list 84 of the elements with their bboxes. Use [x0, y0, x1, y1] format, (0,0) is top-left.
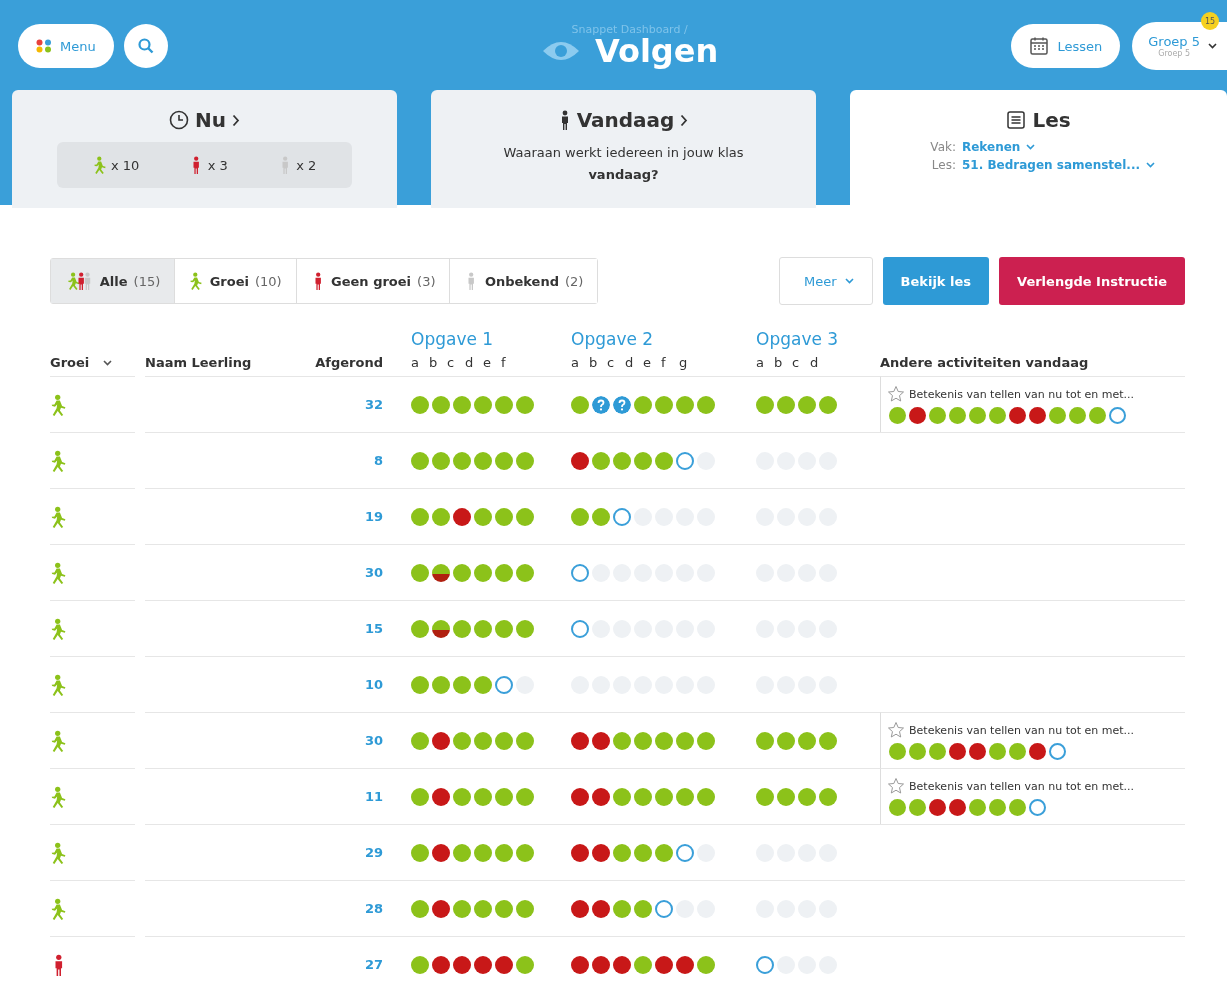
column-header: Naam Leerling — [145, 355, 253, 370]
field-dropdown[interactable]: 51. Bedragen samenstel... — [962, 158, 1155, 172]
part-label: b — [429, 355, 439, 370]
more-dropdown[interactable]: Meer — [779, 257, 873, 305]
part-label: b — [774, 355, 784, 370]
menu-icon — [36, 39, 52, 53]
exercise-title[interactable]: Opgave 1 — [411, 329, 565, 349]
count-label: x 10 — [111, 157, 140, 173]
filter-tab[interactable]: Alle (15) — [51, 259, 176, 303]
completed-count[interactable]: 30 — [364, 733, 383, 748]
count-label: x 2 — [296, 157, 317, 173]
field-dropdown[interactable]: Rekenen — [962, 140, 1036, 154]
part-label: c — [447, 355, 456, 370]
chevron-right-icon — [680, 113, 689, 127]
walking-person-icon — [92, 156, 107, 174]
part-label: a — [411, 355, 420, 370]
card-title: Nu — [195, 108, 226, 132]
part-label: c — [792, 355, 801, 370]
clock-icon — [169, 110, 189, 130]
part-label: d — [465, 355, 475, 370]
chevron-down-icon — [1146, 162, 1155, 168]
menu-button[interactable]: Menu — [18, 24, 114, 68]
star-icon[interactable] — [887, 777, 905, 795]
walking-person-icon — [50, 561, 68, 584]
completed-count[interactable]: 27 — [364, 957, 383, 972]
column-header: Afgerond — [315, 355, 383, 370]
completed-count[interactable]: 29 — [364, 845, 383, 860]
summary-card[interactable]: Nu x 10 x 3 x 2 — [12, 90, 397, 208]
walking-person-icon — [50, 393, 68, 416]
part-label: b — [589, 355, 599, 370]
chevron-down-icon — [844, 278, 854, 284]
card-title: Vandaag — [576, 108, 675, 132]
completed-count[interactable]: 15 — [364, 621, 383, 636]
part-label: f — [661, 355, 667, 370]
field-label: Les: — [930, 158, 956, 172]
walking-person-icon — [50, 785, 68, 808]
completed-count[interactable]: 28 — [364, 901, 383, 916]
activity-title[interactable]: Betekenis van tellen van nu tot en met... — [909, 723, 1135, 737]
part-label: f — [501, 355, 507, 370]
star-icon[interactable] — [887, 721, 905, 739]
exercise-title[interactable]: Opgave 2 — [571, 329, 750, 349]
completed-count[interactable]: 11 — [364, 789, 383, 804]
completed-count[interactable]: 8 — [373, 453, 383, 468]
walking-person-icon — [50, 617, 68, 640]
summary-card[interactable]: Vandaag Waaraan werkt iedereen in jouw klas vandaag? — [431, 90, 816, 208]
part-label: g — [679, 355, 689, 370]
view-lesson-button[interactable]: Bekijk les — [882, 257, 990, 305]
walking-person-icon — [189, 272, 204, 290]
walking-person-icon — [50, 841, 68, 864]
sort-dropdown[interactable]: Groei — [50, 355, 145, 370]
part-label: e — [483, 355, 492, 370]
column-header: Andere activiteiten vandaag — [880, 355, 1090, 370]
chevron-down-icon — [1208, 43, 1217, 49]
list-icon — [1006, 110, 1027, 130]
lessons-button[interactable]: Lessen — [1011, 24, 1121, 68]
chevron-down-icon — [1026, 144, 1036, 150]
calendar-icon — [1029, 36, 1050, 56]
part-label: d — [625, 355, 635, 370]
activity-title[interactable]: Betekenis van tellen van nu tot en met... — [909, 387, 1135, 401]
field-label: Vak: — [929, 140, 956, 154]
walking-person-icon — [50, 729, 68, 752]
search-icon — [136, 37, 155, 55]
chevron-right-icon — [232, 113, 240, 127]
star-icon[interactable] — [887, 385, 905, 403]
activity-title[interactable]: Betekenis van tellen van nu tot en met... — [909, 779, 1135, 793]
exercise-title[interactable]: Opgave 3 — [756, 329, 880, 349]
completed-count[interactable]: 32 — [364, 397, 383, 412]
count-label: x 3 — [207, 157, 228, 173]
walking-person-icon — [50, 897, 68, 920]
extended-instruction-button[interactable]: Verlengde Instructie — [999, 257, 1185, 305]
card-title: Les — [1032, 108, 1071, 132]
walking-person-icon — [50, 449, 68, 472]
part-label: c — [607, 355, 616, 370]
part-label: a — [756, 355, 765, 370]
card-text: Waaraan werkt iedereen in jouw klas vandaag? — [502, 144, 745, 184]
completed-count[interactable]: 10 — [364, 677, 383, 692]
chevron-down-icon — [103, 359, 113, 366]
completed-count[interactable]: 30 — [364, 565, 383, 580]
part-label: a — [571, 355, 580, 370]
part-label: d — [810, 355, 820, 370]
completed-count[interactable]: 19 — [364, 509, 383, 524]
walking-person-icon — [50, 505, 68, 528]
walking-person-icon — [50, 673, 68, 696]
part-label: e — [643, 355, 652, 370]
